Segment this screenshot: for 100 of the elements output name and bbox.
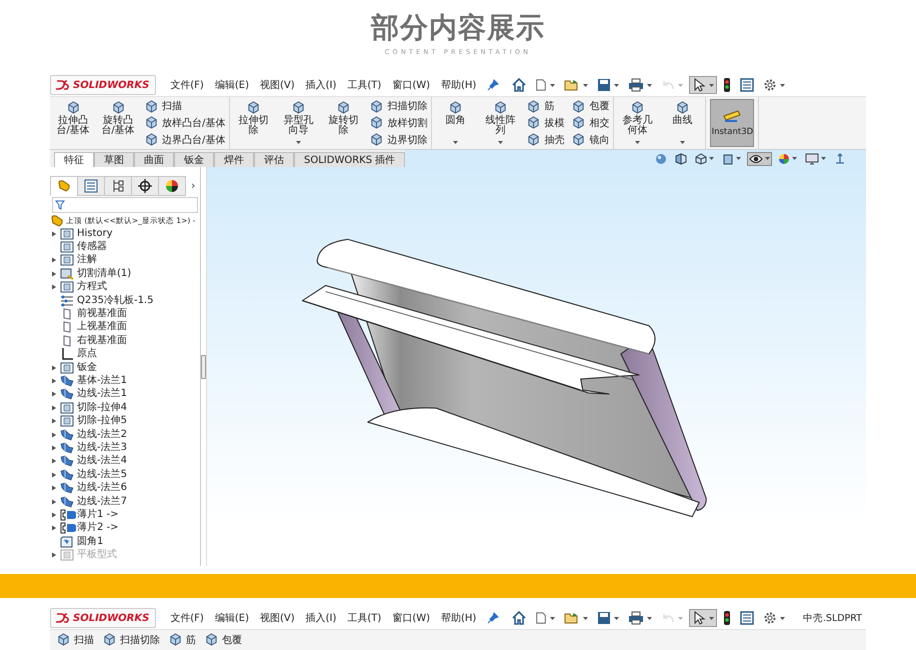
caret-icon[interactable] <box>647 616 652 620</box>
ribbon-button[interactable]: 旋转凸台/基体 <box>99 98 137 148</box>
toolbar-button[interactable] <box>689 609 718 627</box>
caret-icon[interactable] <box>709 84 714 86</box>
tree-item[interactable]: 切割清单(1) <box>77 268 200 280</box>
caret-icon[interactable] <box>780 84 786 86</box>
save-icon[interactable] <box>597 611 612 625</box>
ribbon-button[interactable]: 筋 <box>526 98 564 114</box>
caret-icon[interactable] <box>765 157 770 160</box>
ribbon-button[interactable]: 相交 <box>571 115 610 130</box>
traffic-light-icon[interactable] <box>723 78 732 92</box>
ribbon-button[interactable]: 放样凸台/基体 <box>144 115 226 130</box>
eye-icon[interactable] <box>749 152 763 164</box>
tree-item[interactable]: 切除-拉伸4 <box>77 402 200 414</box>
ribbon-tab[interactable]: 钣金 <box>174 152 214 167</box>
splitter-handle[interactable] <box>201 354 206 378</box>
expand-arrow-icon[interactable] <box>52 432 57 438</box>
toolbar-button[interactable] <box>689 76 718 94</box>
tree-item[interactable]: 薄片2 -> <box>77 522 200 534</box>
tree-item[interactable]: 上视基准面 <box>77 321 200 334</box>
ribbon-button[interactable]: 扫描切除 <box>102 632 160 647</box>
expand-arrow-icon[interactable] <box>52 284 57 290</box>
view-toolbar-button[interactable] <box>747 152 772 166</box>
filter-field[interactable] <box>52 197 198 213</box>
ribbon-button[interactable]: 边界切除 <box>369 132 428 148</box>
pointer-icon[interactable] <box>692 611 706 625</box>
menu-item[interactable]: 编辑(E) <box>214 78 249 92</box>
ribbon-button[interactable]: 扫描 <box>56 632 94 647</box>
menu-item[interactable]: 窗口(W) <box>392 78 430 92</box>
expand-arrow-icon[interactable] <box>52 230 57 237</box>
tree-item[interactable]: 边线-法兰1 <box>77 388 200 400</box>
panel-tab[interactable] <box>104 176 132 196</box>
solidworks-logo[interactable]: SOLIDWORKS <box>50 608 156 628</box>
tree-item[interactable]: 注解 <box>77 254 200 266</box>
home-icon[interactable] <box>512 611 526 625</box>
ribbon-tab[interactable]: 曲面 <box>134 152 174 167</box>
tree-item[interactable]: 边线-法兰6 <box>77 482 200 494</box>
menu-item[interactable]: 插入(I) <box>306 611 336 625</box>
ribbon-button[interactable]: 曲线 <box>663 98 702 148</box>
ribbon-button[interactable]: 边界凸台/基体 <box>144 132 226 148</box>
view-toolbar-button[interactable] <box>693 152 716 166</box>
tree-item[interactable]: 边线-法兰5 <box>77 468 200 481</box>
menu-item[interactable]: 帮助(H) <box>441 611 476 625</box>
ribbon-button[interactable]: 镜向 <box>571 132 610 148</box>
tree-item[interactable]: 边线-法兰3 <box>77 442 200 454</box>
tree-item[interactable]: History <box>77 228 200 240</box>
tree-item[interactable]: 方程式 <box>77 281 200 294</box>
expand-arrow-icon[interactable] <box>52 525 57 532</box>
ribbon-button[interactable]: 拉伸凸台/基体 <box>54 98 92 148</box>
ribbon-button[interactable]: 包覆 <box>571 98 610 114</box>
list-icon[interactable] <box>740 611 754 625</box>
list-icon[interactable] <box>740 78 754 92</box>
folder-icon[interactable] <box>564 611 580 625</box>
pin-icon[interactable] <box>487 612 500 624</box>
caret-icon[interactable] <box>680 141 685 144</box>
caret-icon[interactable] <box>614 616 620 620</box>
expand-arrow-icon[interactable] <box>52 391 57 398</box>
pin-icon[interactable] <box>487 79 500 91</box>
panel-tab[interactable] <box>131 176 159 196</box>
ribbon-button[interactable]: 线性阵列 <box>481 98 520 148</box>
ribbon-button[interactable]: 圆角 <box>436 98 474 148</box>
menu-item[interactable]: 文件(F) <box>170 78 204 92</box>
traffic-light-icon[interactable] <box>723 611 732 625</box>
ribbon-button[interactable]: 扫描切除 <box>369 98 428 114</box>
expand-arrow-icon[interactable] <box>52 485 57 492</box>
expand-arrow-icon[interactable] <box>52 378 57 384</box>
caret-icon[interactable] <box>583 616 588 620</box>
expand-arrow-icon[interactable] <box>52 270 57 277</box>
menu-item[interactable]: 工具(T) <box>347 611 382 625</box>
tree-item[interactable]: 边线-法兰2 <box>77 428 200 441</box>
home-icon[interactable] <box>512 78 526 92</box>
caret-icon[interactable] <box>709 616 714 620</box>
tree-item[interactable]: 边线-法兰7 <box>77 496 200 508</box>
expand-arrow-icon[interactable] <box>52 404 57 411</box>
ribbon-tab[interactable]: 焊件 <box>214 152 254 167</box>
caret-icon[interactable] <box>821 157 826 160</box>
tree-item[interactable]: 前视基准面 <box>77 308 200 320</box>
panel-tab[interactable] <box>158 176 186 196</box>
tree-item[interactable]: 基体-法兰1 <box>77 374 200 387</box>
print-icon[interactable] <box>628 78 644 92</box>
expand-arrow-icon[interactable] <box>52 418 57 424</box>
tree-item[interactable]: 原点 <box>77 348 200 360</box>
menu-item[interactable]: 插入(I) <box>306 78 336 92</box>
ribbon-button[interactable]: 放样切割 <box>369 115 428 130</box>
expand-arrow-icon[interactable] <box>52 472 57 478</box>
expand-arrow-icon[interactable] <box>52 257 57 264</box>
caret-icon[interactable] <box>452 141 458 144</box>
tree-item[interactable]: 右视基准面 <box>77 334 200 347</box>
ribbon-button[interactable]: 包覆 <box>204 632 242 647</box>
box-icon[interactable] <box>722 152 734 164</box>
document-icon[interactable] <box>535 78 548 92</box>
caret-icon[interactable] <box>583 84 588 86</box>
tree-item[interactable]: Q235冷轧板-1.5 <box>77 294 200 307</box>
caret-icon[interactable] <box>647 84 652 86</box>
more-tabs-arrow[interactable]: › <box>191 179 196 192</box>
menu-item[interactable]: 帮助(H) <box>441 78 476 92</box>
ribbon-button[interactable]: 旋转切除 <box>324 98 362 148</box>
caret-icon[interactable] <box>498 141 503 144</box>
ribbon-tab[interactable]: SOLIDWORKS 插件 <box>294 152 406 167</box>
caret-icon[interactable] <box>634 141 640 144</box>
